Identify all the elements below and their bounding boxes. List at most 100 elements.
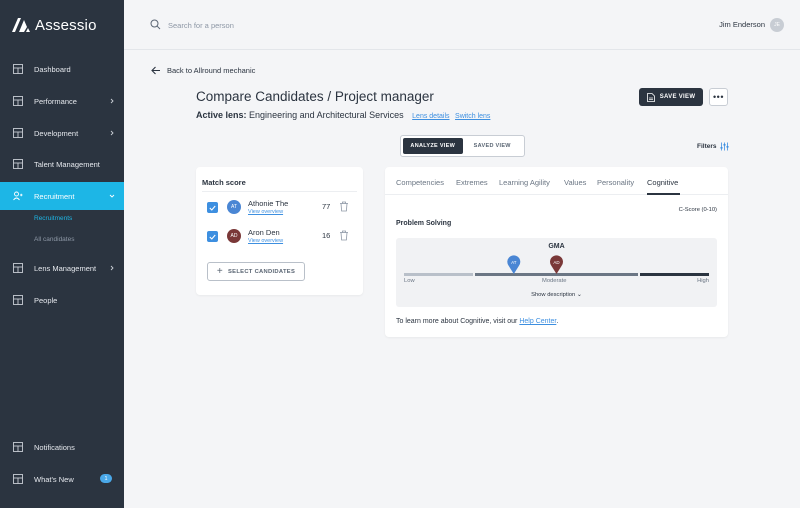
- filters-button[interactable]: Filters: [697, 142, 729, 151]
- trash-icon[interactable]: [339, 201, 349, 212]
- sidebar-item-whats-new[interactable]: What's New 1: [0, 465, 124, 493]
- sidebar-item-performance[interactable]: Performance: [0, 87, 124, 115]
- scale-segment-low: [404, 273, 473, 276]
- tab-cognitive[interactable]: Cognitive: [647, 178, 678, 187]
- plus-icon: +: [216, 265, 223, 277]
- gma-panel: GMA AT AD Low Moderate High Show descript…: [396, 238, 717, 307]
- back-link[interactable]: Back to Allround mechanic: [151, 66, 255, 75]
- scale-moderate-label: Moderate: [542, 278, 567, 284]
- help-center-link[interactable]: Help Center: [519, 318, 556, 325]
- lens-name: Engineering and Architectural Services: [249, 110, 404, 120]
- sidebar-item-notifications[interactable]: Notifications: [0, 433, 124, 461]
- document-icon: [646, 92, 655, 102]
- show-description-label: Show description: [531, 292, 576, 298]
- checkmark-icon: [209, 205, 216, 211]
- back-link-label: Back to Allround mechanic: [167, 66, 256, 75]
- chevron-down-icon: ⌄: [576, 292, 582, 298]
- match-score-card: Match score AT Athonie The View overview…: [196, 167, 363, 295]
- analyze-view-tab[interactable]: ANALYZE VIEW: [403, 138, 463, 154]
- tab-extremes[interactable]: Extremes: [456, 178, 488, 187]
- search-input[interactable]: [168, 17, 408, 33]
- sidebar-item-label: Recruitment: [34, 191, 75, 201]
- chevron-right-icon: [110, 130, 114, 136]
- tab-values[interactable]: Values: [564, 178, 586, 187]
- sidebar-item-people[interactable]: People: [0, 286, 124, 314]
- view-overview-link[interactable]: View overview: [248, 238, 283, 244]
- sidebar-item-label: What's New: [34, 474, 74, 484]
- sidebar-item-dashboard[interactable]: Dashboard: [0, 55, 124, 83]
- arrow-left-icon: [151, 66, 160, 75]
- candidate-avatar: AD: [227, 229, 241, 243]
- chevron-right-icon: [110, 265, 114, 271]
- sliders-icon: [720, 142, 729, 151]
- performance-icon: [13, 96, 23, 106]
- detail-card: Competencies Extremes Learning Agility V…: [385, 167, 728, 337]
- trash-icon[interactable]: [339, 230, 349, 241]
- notification-badge: 1: [100, 474, 112, 483]
- select-candidates-label: SELECT CANDIDATES: [227, 268, 296, 275]
- section-title: Problem Solving: [396, 220, 452, 227]
- candidate-name: Athonie The: [248, 199, 289, 208]
- app-logo[interactable]: Assessio: [12, 16, 97, 34]
- lens-icon: [13, 263, 23, 273]
- candidate-marker[interactable]: AD: [550, 255, 563, 274]
- candidate-score: 77: [322, 202, 331, 211]
- tab-learning-agility[interactable]: Learning Agility: [499, 178, 550, 187]
- recruitment-icon: [13, 191, 23, 201]
- marker-initials: AT: [511, 260, 517, 265]
- sidebar-subitem-recruitments[interactable]: Recruitments: [34, 215, 72, 222]
- candidate-checkbox[interactable]: [207, 231, 218, 242]
- help-text: To learn more about Cognitive, visit our…: [396, 318, 558, 325]
- view-overview-link[interactable]: View overview: [248, 209, 283, 215]
- news-icon: [13, 474, 23, 484]
- saved-view-tab[interactable]: SAVED VIEW: [463, 138, 523, 154]
- candidate-marker[interactable]: AT: [507, 255, 521, 274]
- sidebar-item-label: Lens Management: [34, 263, 97, 273]
- show-description-button[interactable]: Show description ⌄: [396, 291, 717, 298]
- tab-personality[interactable]: Personality: [597, 178, 634, 187]
- more-options-button[interactable]: •••: [709, 88, 728, 106]
- help-prefix: To learn more about Cognitive, visit our: [396, 318, 518, 325]
- chevron-right-icon: [110, 98, 114, 104]
- marker-initials: AD: [553, 260, 560, 265]
- sidebar-item-label: Dashboard: [34, 64, 71, 74]
- candidate-row: AD Aron Den View overview 16: [196, 227, 363, 247]
- sidebar-subitem-all-candidates[interactable]: All candidates: [34, 236, 74, 243]
- candidate-score: 16: [322, 231, 331, 240]
- page-title: Compare Candidates / Project manager: [196, 89, 434, 104]
- lens-prefix: Active lens:: [196, 110, 247, 120]
- candidate-name: Aron Den: [248, 228, 280, 237]
- switch-lens-link[interactable]: Switch lens: [455, 113, 490, 120]
- save-view-button[interactable]: SAVE VIEW: [639, 88, 703, 106]
- active-lens-line: Active lens: Engineering and Architectur…: [196, 110, 490, 120]
- candidate-row: AT Athonie The View overview 77: [196, 198, 363, 218]
- filters-label: Filters: [697, 143, 717, 150]
- select-candidates-button[interactable]: + SELECT CANDIDATES: [207, 262, 305, 281]
- save-view-label: SAVE VIEW: [659, 94, 696, 100]
- user-name[interactable]: Jim Enderson: [719, 20, 765, 29]
- user-avatar[interactable]: JE: [770, 18, 784, 32]
- bell-icon: [13, 442, 23, 452]
- sidebar-item-recruitment[interactable]: Recruitment: [0, 182, 124, 210]
- chevron-down-icon: [109, 194, 115, 198]
- tab-competencies[interactable]: Competencies: [396, 178, 444, 187]
- sidebar-item-label: People: [34, 295, 58, 305]
- view-toggle: ANALYZE VIEW SAVED VIEW: [400, 135, 525, 157]
- lens-details-link[interactable]: Lens details: [412, 113, 449, 120]
- candidate-checkbox[interactable]: [207, 202, 218, 213]
- detail-tabs: Competencies Extremes Learning Agility V…: [385, 167, 728, 195]
- sidebar-item-label: Notifications: [34, 442, 75, 452]
- match-score-title: Match score: [202, 178, 246, 187]
- sidebar-item-talent-management[interactable]: Talent Management: [0, 150, 124, 178]
- talent-icon: [13, 159, 23, 169]
- scale-low-label: Low: [404, 278, 415, 284]
- assessio-logo-icon: [12, 18, 30, 32]
- sidebar-item-lens-management[interactable]: Lens Management: [0, 254, 124, 282]
- candidate-avatar: AT: [227, 200, 241, 214]
- app-name: Assessio: [35, 16, 97, 34]
- active-tab-indicator: [647, 193, 680, 195]
- sidebar-item-development[interactable]: Development: [0, 119, 124, 147]
- dashboard-icon: [13, 64, 23, 74]
- checkmark-icon: [209, 234, 216, 240]
- c-score-label: C-Score (0-10): [678, 207, 717, 213]
